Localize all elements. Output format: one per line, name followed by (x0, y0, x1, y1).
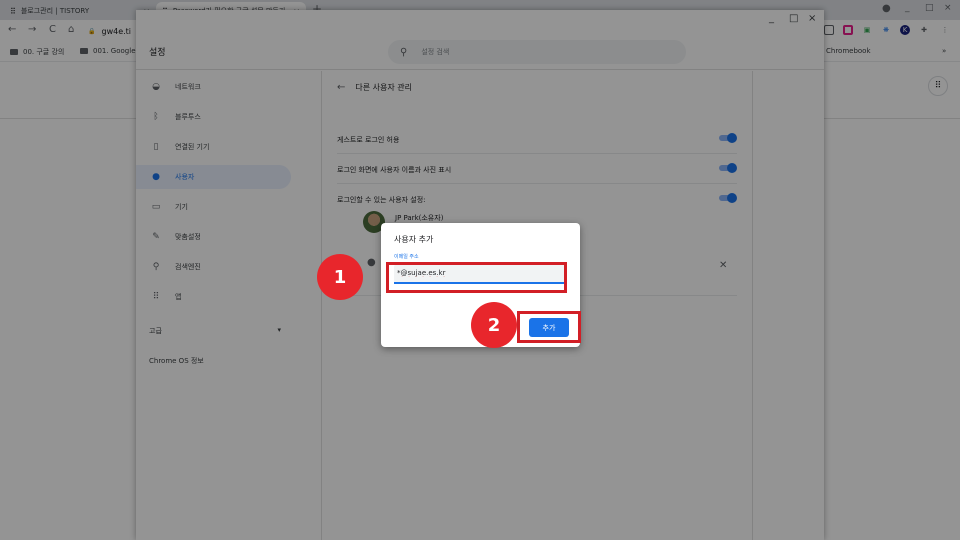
step-marker-1: 1 (317, 254, 363, 300)
highlight-box-email (386, 262, 567, 293)
highlight-box-add (517, 311, 581, 343)
step-marker-2: 2 (471, 302, 517, 348)
email-field-label: 이메일 주소 (394, 254, 419, 260)
dialog-title: 사용자 추가 (394, 235, 434, 244)
